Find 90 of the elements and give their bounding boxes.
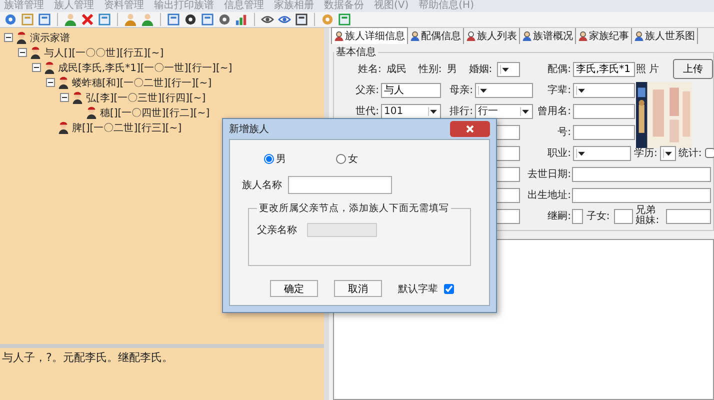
caret-icon — [520, 106, 530, 116]
checkbox[interactable] — [444, 284, 454, 294]
dropdown[interactable]: 行一 — [475, 104, 533, 118]
ok-button[interactable]: 确定 — [270, 280, 318, 297]
person-icon — [85, 106, 98, 119]
tree-item[interactable]: 穗[][一〇四世][行二][~] — [100, 106, 210, 120]
field-label: 出生地址: — [528, 188, 572, 202]
field-label: 学历: — [634, 147, 658, 160]
text-field[interactable] — [614, 208, 633, 224]
caret-icon — [500, 64, 510, 74]
field-label: 号: — [558, 126, 572, 139]
field-label: 性别: — [418, 62, 443, 76]
text-field[interactable] — [666, 208, 711, 224]
cancel-button[interactable]: 取消 — [334, 280, 382, 297]
checkbox-label: 默认字辈 — [398, 282, 438, 296]
person-icon[interactable] — [64, 13, 77, 26]
person-icon — [334, 31, 344, 41]
delete-icon[interactable] — [81, 13, 94, 26]
chart-icon[interactable] — [235, 13, 248, 26]
field-label: 配偶: — [548, 63, 572, 76]
person-icon — [57, 76, 70, 89]
collapse-icon[interactable] — [18, 48, 27, 57]
person-icon — [29, 46, 42, 59]
field-label: 职业: — [548, 146, 572, 160]
photo-label: 照 片 — [636, 62, 660, 76]
field-label: 族人名称 — [242, 178, 282, 192]
collapse-icon[interactable] — [46, 78, 55, 87]
tree-item[interactable]: 成民[李氏,李氏*1][一〇一世][行一][~] — [58, 60, 232, 74]
field-label: 世代: — [356, 104, 380, 118]
field-label: 兄弟姐妹: — [636, 206, 660, 226]
field-label: 统计: — [678, 146, 703, 160]
checkbox[interactable] — [704, 148, 714, 158]
group-title: 更改所属父亲节点，添加族人下面无需填写 — [258, 202, 450, 215]
person-icon — [57, 121, 70, 134]
dropdown[interactable]: 101 — [381, 104, 441, 118]
text-field[interactable] — [572, 208, 584, 224]
tree-item[interactable]: 与人[][一〇〇世][行五][~] — [44, 46, 164, 60]
field-label: 字辈: — [548, 84, 572, 97]
tab[interactable]: 族人世系图 — [632, 28, 698, 44]
tree-item[interactable]: 演示家谱 — [30, 30, 70, 44]
upload-button[interactable]: 上传 — [673, 59, 713, 79]
field-label: 去世日期: — [528, 168, 572, 181]
tab[interactable]: 族人列表 — [464, 28, 520, 44]
caret-icon — [478, 86, 488, 94]
field-label: 姓名: — [358, 63, 382, 76]
person-icon — [43, 61, 56, 74]
field-label: 母亲: — [450, 84, 474, 97]
field-label: 父亲: — [356, 84, 380, 97]
field-label: 子女: — [586, 210, 611, 223]
caret-icon — [663, 148, 674, 158]
close-icon[interactable] — [450, 121, 490, 137]
person-icon — [71, 91, 84, 104]
caret-icon — [428, 106, 438, 116]
tab[interactable]: 家族纪事 — [576, 28, 632, 44]
person-icon — [410, 31, 420, 41]
collapse-icon[interactable] — [60, 93, 69, 102]
collapse-icon[interactable] — [4, 33, 13, 42]
tree-item[interactable]: 弘[李][一〇三世][行四][~] — [86, 90, 206, 104]
text-field[interactable]: 与人 — [381, 82, 441, 98]
text-field[interactable] — [572, 166, 711, 182]
name-field[interactable] — [288, 176, 392, 194]
field-label: 婚姻: — [468, 63, 494, 76]
text-field[interactable] — [573, 124, 635, 140]
dropdown[interactable] — [497, 62, 520, 76]
field-label: 排行: — [450, 104, 474, 118]
caret-icon — [576, 148, 586, 158]
field-label: 父亲名称 — [257, 224, 297, 237]
field-label: 曾用名: — [538, 105, 572, 118]
group-title: 基本信息 — [335, 46, 377, 59]
field-label: 继嗣: — [548, 210, 572, 223]
dropdown[interactable] — [660, 146, 676, 160]
person-icon — [15, 31, 28, 44]
tree-item[interactable]: 蝼蚱穗[和][一〇二世][行一][~] — [72, 76, 212, 90]
tab[interactable]: 族人详细信息 — [331, 27, 408, 44]
text-field[interactable] — [573, 104, 635, 118]
text-field[interactable]: 李氏,李氏*1 — [573, 62, 635, 76]
radio-button[interactable] — [264, 154, 274, 164]
radio-label: 男 — [276, 153, 286, 166]
caret-icon — [576, 86, 586, 94]
tab[interactable]: 配偶信息 — [408, 28, 464, 44]
tree-item[interactable]: 脾[][一〇二世][行三][~] — [72, 120, 182, 134]
text-field[interactable] — [572, 188, 711, 202]
collapse-icon[interactable] — [32, 63, 41, 72]
sex-value: 男 — [446, 63, 457, 76]
radio-button[interactable] — [336, 154, 346, 164]
name-value: 成民 — [386, 62, 406, 76]
note-text: 与人子，?。元配李氏。继配李氏。 — [2, 351, 173, 364]
tab[interactable]: 族谱概况 — [520, 28, 576, 44]
radio-label: 女 — [348, 153, 358, 166]
dialog-title: 新增族人 — [229, 122, 269, 136]
